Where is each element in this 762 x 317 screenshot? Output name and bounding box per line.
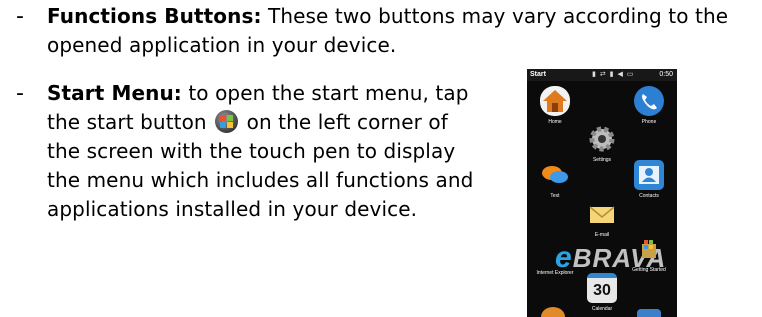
app-label: Phone (641, 119, 657, 125)
functions-buttons-term: Functions Buttons: (47, 4, 262, 28)
app-calendar[interactable]: 30 Calendar (577, 273, 627, 313)
app-contacts[interactable]: Contacts (624, 160, 674, 200)
phone-status-bar: Start ▮ ⇄ ▮ ◀ ▭ 0:50 (527, 69, 677, 81)
app-settings[interactable]: Settings (577, 124, 627, 164)
sync-icon: ⇄ (599, 71, 607, 78)
getting-started-icon (634, 234, 664, 264)
signal-icon: ▮ (592, 71, 597, 78)
status-icons: ▮ ⇄ ▮ ◀ ▭ (592, 69, 634, 81)
phone-icon (634, 86, 664, 116)
start-menu-term: Start Menu: (47, 81, 182, 105)
bullet-dash-2: - (16, 81, 24, 106)
app-label: Home (548, 119, 562, 125)
calendar-icon: 30 (587, 273, 617, 303)
windows-start-icon (215, 110, 239, 133)
envelope-icon (587, 199, 617, 229)
partial-alarm-icon (541, 307, 565, 317)
app-getting-started[interactable]: Getting Started (624, 234, 674, 274)
app-label: Text (550, 193, 560, 199)
app-phone[interactable]: Phone (624, 86, 674, 126)
internet-explorer-icon (540, 245, 570, 267)
start-menu-paragraph: Start Menu: to open the start menu, tap … (47, 79, 487, 224)
app-label: Settings (592, 157, 612, 163)
app-text[interactable]: Text (530, 160, 580, 200)
app-label: E-mail (594, 232, 610, 238)
app-label: Getting Started (632, 267, 666, 273)
gear-icon (587, 124, 617, 154)
app-label: Internet Explorer (536, 270, 574, 276)
contact-card-icon (634, 160, 664, 190)
app-home[interactable]: Home (530, 86, 580, 126)
functions-buttons-paragraph: Functions Buttons: These two buttons may… (47, 2, 759, 60)
battery-icon: ▭ (626, 71, 635, 78)
partial-app-icon (637, 309, 661, 317)
signal-icon: ▮ (609, 71, 615, 78)
app-internet-explorer[interactable]: Internet Explorer (530, 245, 580, 277)
calendar-day-number: 30 (593, 282, 611, 299)
status-time: 0:50 (659, 71, 673, 78)
house-icon (540, 86, 570, 116)
volume-icon: ◀ (617, 71, 624, 78)
app-label: Contacts (639, 193, 659, 199)
phone-screenshot: Start ▮ ⇄ ▮ ◀ ▭ 0:50 eBRAVA Home Phone S… (527, 69, 677, 317)
bullet-dash-1: - (16, 4, 24, 29)
app-label: Calendar (591, 306, 613, 312)
chat-bubbles-icon (540, 160, 570, 190)
status-title: Start (530, 71, 546, 78)
app-email[interactable]: E-mail (577, 199, 627, 239)
